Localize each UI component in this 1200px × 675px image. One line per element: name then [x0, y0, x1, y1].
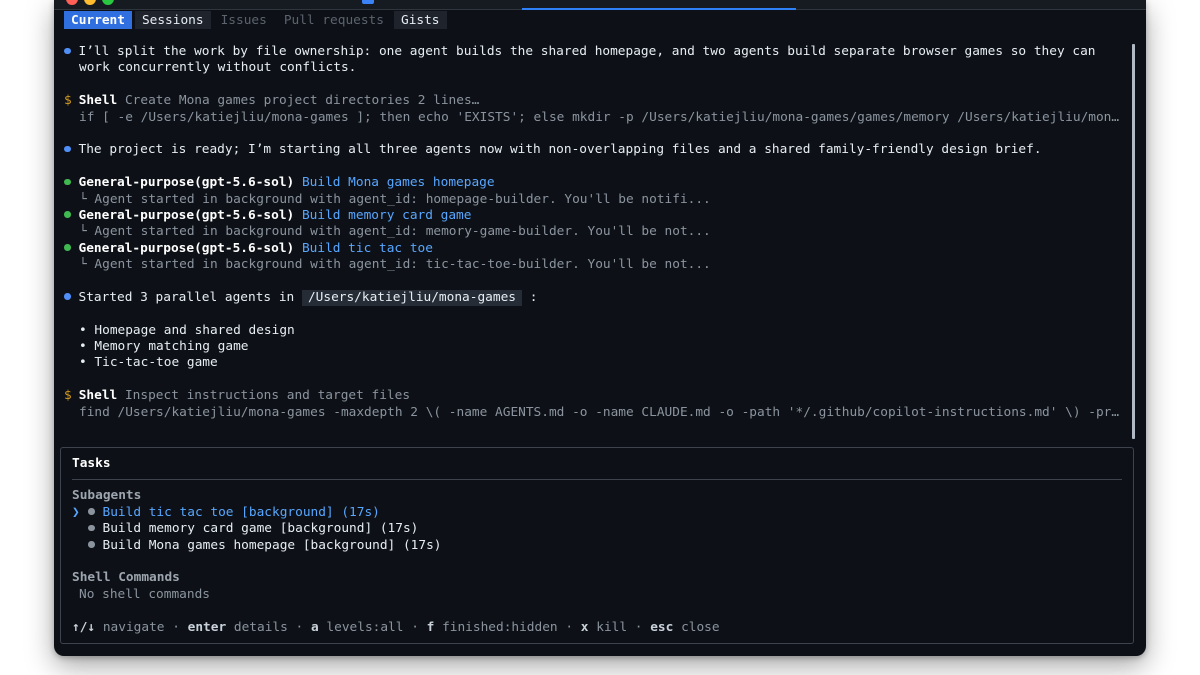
shell-tool-call[interactable]: $ Shell Create Mona games project directo…: [64, 93, 1126, 109]
assistant-message: The project is ready; I’m starting all t…: [64, 142, 1126, 158]
title-icon: [362, 0, 374, 4]
keyboard-hints: ↑/↓ navigate · enter details · a levels:…: [72, 620, 1122, 636]
hint-key-esc: esc: [650, 619, 674, 635]
agent-detail: └ Agent started in background with agent…: [79, 191, 711, 207]
success-bullet-icon: [64, 211, 71, 218]
agent-name: General-purpose(gpt-5.6-sol): [78, 175, 295, 191]
hint-key-enter: enter: [187, 619, 227, 635]
hint-separator: ·: [634, 619, 643, 635]
maximize-window-icon[interactable]: [102, 0, 114, 5]
hint-key-x: x: [580, 619, 589, 635]
list-item: • Homepage and shared design: [79, 322, 295, 338]
hint-separator: ·: [411, 619, 419, 635]
minimize-window-icon[interactable]: [84, 0, 96, 5]
tasks-divider: [72, 479, 1122, 481]
agent-task: Build Mona games homepage: [301, 175, 495, 191]
hint-separator: ·: [565, 619, 574, 635]
tasks-panel: Tasks Subagents ❯ Build tic tac toe [back…: [60, 447, 1134, 644]
tab-gists[interactable]: Gists: [393, 11, 447, 29]
agent-call[interactable]: General-purpose(gpt-5.6-sol) Build memor…: [64, 208, 1126, 224]
message-bullet-icon: [64, 145, 71, 153]
success-bullet-icon: [64, 178, 71, 186]
status-dot-icon: [88, 524, 95, 532]
hint-label: levels:all: [326, 619, 404, 635]
subagent-label: Build tic tac toe [background] (17s): [102, 504, 380, 520]
hint-label: close: [681, 619, 720, 635]
terminal-window: Current Sessions Issues Pull requests Gi…: [54, 0, 1146, 656]
prompt-symbol: $: [64, 388, 72, 404]
hint-key-navigate: ↑/↓: [72, 619, 96, 635]
close-window-icon[interactable]: [66, 0, 78, 5]
shell-description: Create Mona games project directories 2 …: [124, 93, 480, 109]
hint-key-a: a: [310, 619, 319, 635]
shell-commands-heading: Shell Commands: [72, 570, 180, 586]
shell-command: find /Users/katiejliu/mona-games -maxdep…: [79, 404, 1120, 420]
list-item: • Tic-tac-toe game: [79, 355, 218, 371]
shell-command: if [ -e /Users/katiejliu/mona-games ]; t…: [79, 109, 1120, 125]
hint-label: details: [233, 619, 288, 635]
agent-call[interactable]: General-purpose(gpt-5.6-sol) Build tic t…: [64, 241, 1126, 257]
message-bullet-icon: [64, 293, 71, 300]
message-text: I’ll split the work by file ownership: o…: [78, 44, 1096, 59]
hint-label: finished:hidden: [442, 619, 558, 635]
shell-commands-empty: No shell commands: [79, 586, 210, 602]
hint-separator: ·: [172, 619, 180, 635]
shell-description: Inspect instructions and target files: [124, 388, 411, 404]
success-bullet-icon: [64, 244, 71, 251]
message-text: Started 3 parallel agents in: [78, 289, 295, 305]
agent-name: General-purpose(gpt-5.6-sol): [78, 240, 295, 256]
agent-task: Build tic tac toe: [301, 240, 433, 256]
message-bullet-icon: [64, 47, 71, 54]
assistant-message: Started 3 parallel agents in /Users/kati…: [64, 289, 1126, 306]
subagent-label: Build memory card game [background] (17s…: [102, 521, 419, 537]
tab-current[interactable]: Current: [64, 11, 132, 29]
tab-issues[interactable]: Issues: [214, 11, 274, 29]
path-chip: /Users/katiejliu/mona-games: [301, 289, 522, 306]
agent-call[interactable]: General-purpose(gpt-5.6-sol) Build Mona …: [64, 175, 1126, 191]
shell-label: Shell: [78, 93, 118, 109]
agent-detail: └ Agent started in background with agent…: [79, 224, 711, 240]
tab-sessions[interactable]: Sessions: [134, 11, 211, 29]
agent-detail: └ Agent started in background with agent…: [79, 257, 711, 273]
hint-separator: ·: [295, 619, 304, 635]
scrollbar-thumb[interactable]: [1132, 44, 1135, 439]
shell-label: Shell: [78, 388, 118, 404]
transcript: I’ll split the work by file ownership: o…: [64, 44, 1126, 421]
status-dot-icon: [88, 541, 95, 548]
tab-pull-requests[interactable]: Pull requests: [277, 11, 391, 29]
title-bar: [54, 0, 1146, 10]
status-dot-icon: [88, 508, 95, 515]
subagent-item-selected[interactable]: ❯ Build tic tac toe [background] (17s): [72, 505, 1122, 521]
transcript-scrollbar[interactable]: [1132, 44, 1135, 439]
subagent-item[interactable]: Build memory card game [background] (17s…: [72, 521, 1122, 537]
prompt-symbol: $: [64, 93, 72, 109]
subagents-heading: Subagents: [72, 488, 142, 504]
assistant-message-continued: work concurrently without conflicts.: [64, 60, 1126, 76]
list-item: • Memory matching game: [79, 339, 249, 355]
selector-chevron-icon: ❯: [72, 504, 80, 520]
tasks-title: Tasks: [72, 456, 111, 471]
message-text: work concurrently without conflicts.: [79, 60, 357, 76]
tab-bar: Current Sessions Issues Pull requests Gi…: [64, 11, 447, 29]
active-title-indicator: [522, 8, 796, 10]
subagent-label: Build Mona games homepage [background] (…: [102, 537, 442, 553]
agent-task: Build memory card game: [301, 207, 472, 223]
assistant-message: I’ll split the work by file ownership: o…: [64, 44, 1126, 60]
hint-key-f: f: [426, 619, 435, 635]
hint-label: kill: [596, 619, 628, 635]
subagent-item[interactable]: Build Mona games homepage [background] (…: [72, 538, 1122, 554]
message-text: :: [529, 289, 538, 305]
hint-label: navigate: [102, 619, 165, 635]
message-text: The project is ready; I’m starting all t…: [78, 142, 1042, 158]
agent-name: General-purpose(gpt-5.6-sol): [78, 207, 295, 223]
shell-tool-call[interactable]: $ Shell Inspect instructions and target f…: [64, 388, 1126, 404]
